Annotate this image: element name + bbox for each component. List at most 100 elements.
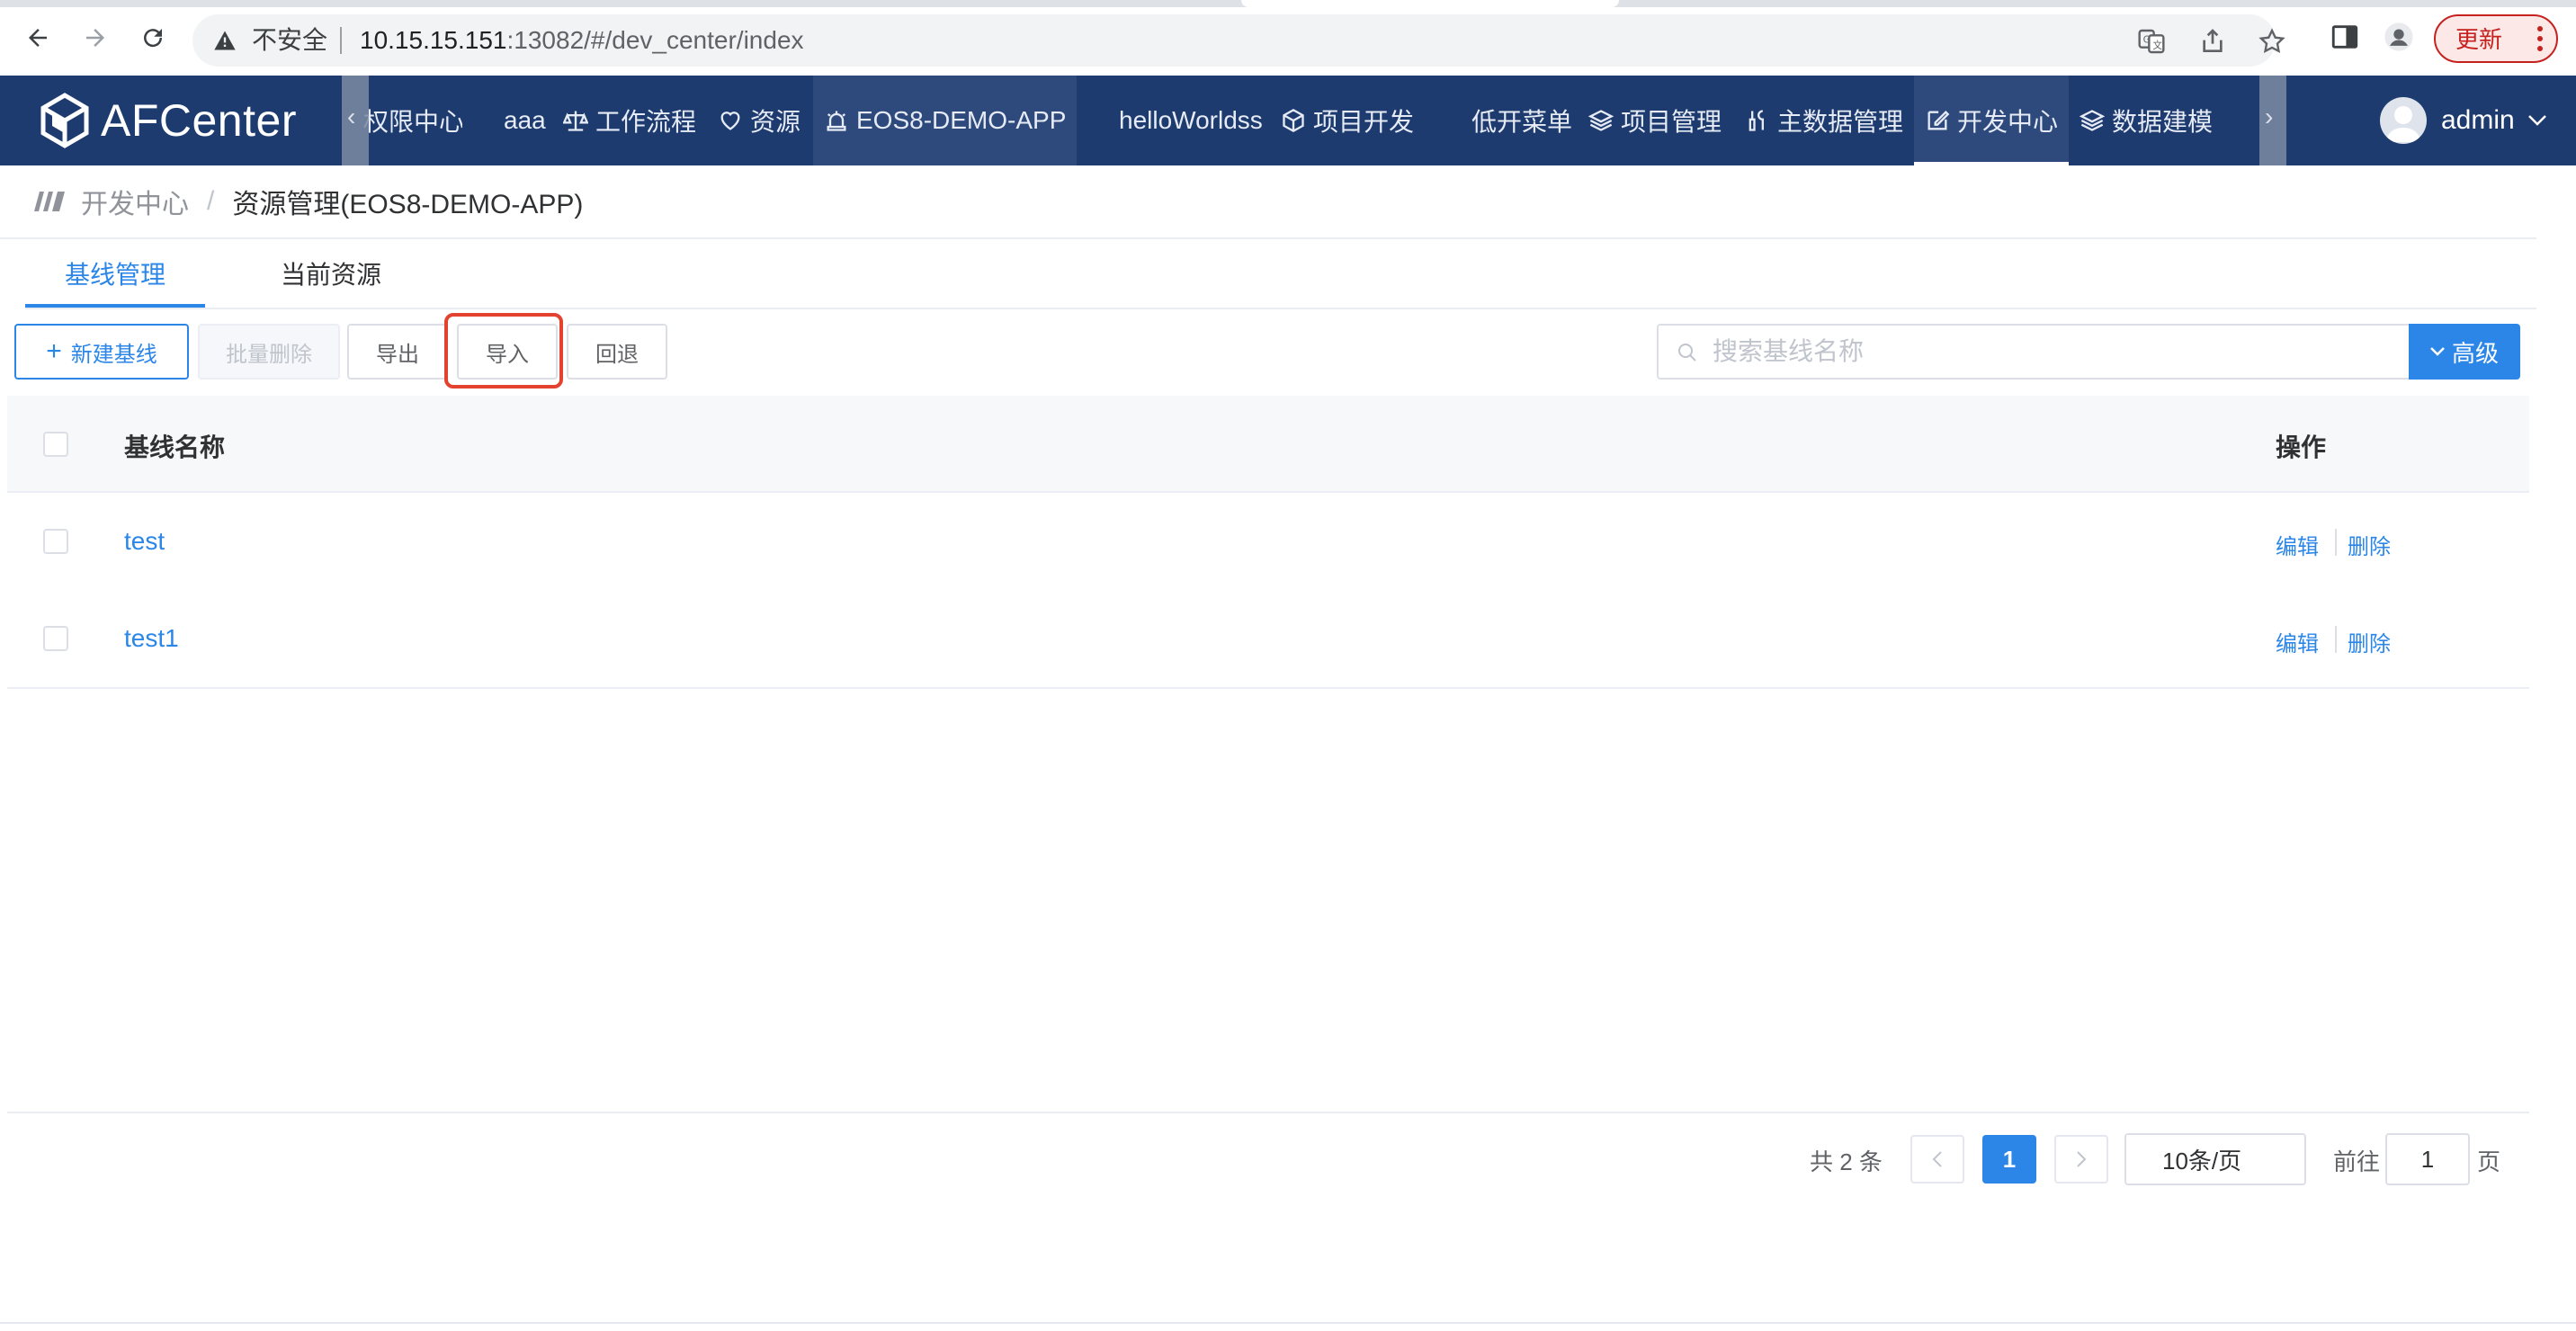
tab-current-resources[interactable]: 当前资源 <box>281 254 381 297</box>
menu-item-master-data[interactable]: 主数据管理 <box>1745 76 1903 165</box>
select-all-checkbox[interactable] <box>43 432 68 457</box>
advanced-search-button[interactable]: 高级 <box>2409 324 2520 380</box>
row-checkbox[interactable] <box>43 529 68 554</box>
row-checkbox[interactable] <box>43 626 68 651</box>
chevron-down-icon <box>2527 115 2546 126</box>
page-size-select[interactable]: 10条/页 <box>2124 1133 2306 1185</box>
url-text[interactable]: 10.15.15.151:13082/#/dev_center/index <box>360 25 804 56</box>
translate-icon[interactable]: G文 <box>2137 27 2166 56</box>
batch-delete-label: 批量删除 <box>226 342 312 367</box>
menu-item-resources[interactable]: 资源 <box>718 76 801 165</box>
delete-link[interactable]: 删除 <box>2348 626 2391 657</box>
menu-label: 开发中心 <box>1957 108 2059 136</box>
new-baseline-label: 新建基线 <box>70 342 157 367</box>
address-divider <box>340 27 342 54</box>
table-row: test 编辑 删除 <box>7 493 2529 592</box>
plus-icon: + <box>46 336 62 366</box>
username: admin <box>2441 105 2515 135</box>
chevron-right-icon: › <box>2265 103 2274 130</box>
menu-label: 主数据管理 <box>1777 108 1904 136</box>
menu-label: EOS8-DEMO-APP <box>856 106 1067 134</box>
menu-item-workflow[interactable]: 工作流程 <box>563 76 696 165</box>
menu-label: 资源 <box>750 108 801 136</box>
chevron-left-icon <box>1932 1151 1942 1167</box>
page-suffix-label: 页 <box>2477 1148 2501 1175</box>
rollback-button[interactable]: 回退 <box>567 324 667 380</box>
edit-link[interactable]: 编辑 <box>2276 529 2319 560</box>
heart-icon <box>720 112 740 130</box>
menu-label: helloWorldss <box>1119 106 1263 134</box>
breadcrumb-parent[interactable]: 开发中心 <box>81 182 189 221</box>
side-panel-icon[interactable] <box>2330 22 2360 52</box>
chevron-down-icon <box>2430 347 2445 356</box>
afcenter-logo <box>40 93 89 148</box>
back-icon[interactable] <box>20 20 56 56</box>
menu-item-dev-center[interactable]: 开发中心 <box>1914 76 2070 165</box>
bookmark-star-icon[interactable] <box>2258 27 2286 56</box>
svg-text:文: 文 <box>2152 40 2162 51</box>
menu-item-permission-center[interactable]: 权限中心 <box>363 76 462 165</box>
next-page-button[interactable] <box>2054 1135 2108 1184</box>
user-avatar-icon <box>2385 106 2421 142</box>
new-baseline-button[interactable]: + 新建基线 <box>14 324 189 380</box>
security-label[interactable]: 不安全 <box>252 25 327 56</box>
menu-label: 项目管理 <box>1621 108 1722 136</box>
tab-strip <box>0 0 2576 7</box>
rollback-label: 回退 <box>595 342 639 367</box>
baseline-name-link[interactable]: test <box>124 527 165 556</box>
tabs-divider <box>25 308 2536 309</box>
edit-icon <box>1928 111 1950 130</box>
user-menu[interactable]: admin <box>2380 97 2547 144</box>
active-tab-indicator <box>25 304 205 308</box>
menu-item-project-dev[interactable]: 项目开发 <box>1281 76 1414 165</box>
op-divider <box>2335 529 2337 556</box>
search-box <box>1657 324 2411 380</box>
url-host: 10.15.15.151 <box>360 26 507 54</box>
menu-label: 项目开发 <box>1313 108 1415 136</box>
search-icon <box>1678 344 1696 362</box>
batch-delete-button[interactable]: 批量删除 <box>198 324 340 380</box>
breadcrumb-divider <box>0 237 2536 239</box>
edit-link[interactable]: 编辑 <box>2276 626 2319 657</box>
search-input[interactable] <box>1713 333 2378 371</box>
export-label: 导出 <box>376 342 419 367</box>
alarm-icon <box>827 111 846 131</box>
breadcrumb-current: 资源管理(EOS8-DEMO-APP) <box>232 190 584 219</box>
profile-icon[interactable] <box>2384 22 2414 52</box>
tools-icon <box>1749 110 1764 131</box>
reload-icon[interactable] <box>135 20 171 56</box>
page-number-current[interactable]: 1 <box>1982 1135 2036 1184</box>
chevron-left-icon: ‹ <box>347 103 356 130</box>
breadcrumb: 开发中心 / 资源管理(EOS8-DEMO-APP) <box>34 180 583 223</box>
menu-scroll-right[interactable]: › <box>2259 76 2286 165</box>
share-icon[interactable] <box>2198 27 2227 56</box>
menu-label: 工作流程 <box>595 108 697 136</box>
address-bar[interactable]: 不安全 10.15.15.151:13082/#/dev_center/inde… <box>192 14 2285 67</box>
menu-item-eos8-demo-app[interactable]: EOS8-DEMO-APP <box>813 76 1078 165</box>
menu-label: 数据建模 <box>2112 108 2214 136</box>
forward-icon[interactable] <box>77 20 113 56</box>
menu-item-data-modeling[interactable]: 数据建模 <box>2080 76 2213 165</box>
delete-link[interactable]: 删除 <box>2348 529 2391 560</box>
avatar <box>2380 97 2427 144</box>
goto-page-input[interactable]: 1 <box>2385 1133 2470 1185</box>
warning-icon <box>214 31 236 50</box>
brand-name: AFCenter <box>101 95 297 146</box>
goto-label: 前往 <box>2333 1148 2381 1175</box>
menu-item-helloworldss[interactable]: helloWorldss <box>1119 76 1263 165</box>
column-header-name: 基线名称 <box>124 433 226 461</box>
menu-label: aaa <box>504 106 546 134</box>
table-header: 基线名称 操作 <box>7 396 2529 493</box>
menu-item-aaa[interactable]: aaa <box>504 76 546 165</box>
cube-icon <box>1283 108 1304 133</box>
svg-text:G: G <box>2143 33 2151 45</box>
export-button[interactable]: 导出 <box>347 324 448 380</box>
tab-baseline-management[interactable]: 基线管理 <box>65 254 165 297</box>
menu-scroll-left[interactable]: ‹ <box>342 76 369 165</box>
baseline-name-link[interactable]: test1 <box>124 624 179 653</box>
table-footer-divider <box>7 1112 2529 1113</box>
menu-item-project-mgmt[interactable]: 项目管理 <box>1588 76 1722 165</box>
update-button[interactable]: 更新 <box>2434 14 2558 63</box>
prev-page-button[interactable] <box>1910 1135 1964 1184</box>
menu-item-lowcode-menu[interactable]: 低开菜单 <box>1471 76 1572 165</box>
